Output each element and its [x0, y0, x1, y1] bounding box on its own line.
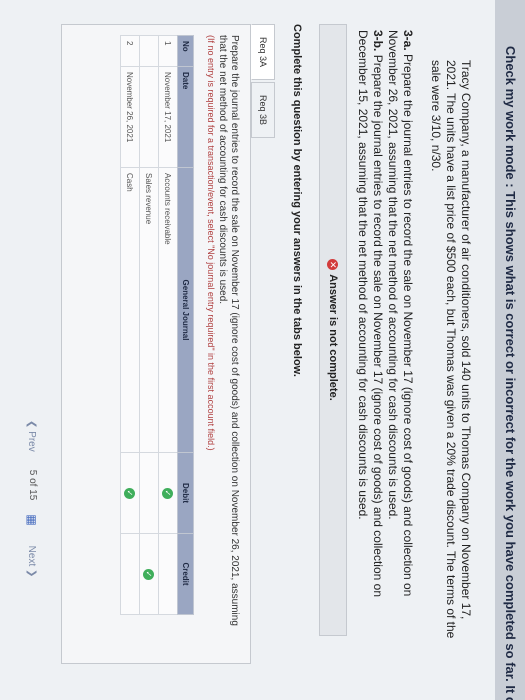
next-label: Next — [26, 545, 38, 567]
row-no — [139, 35, 159, 67]
chevron-right-icon: ❯ — [26, 569, 38, 578]
row-debit-field[interactable]: ✓ — [120, 452, 140, 534]
question-parts: 3-a. Prepare the journal entries to reco… — [355, 30, 415, 650]
row-debit-field[interactable]: ✓ — [158, 452, 178, 534]
row-account-field[interactable]: Accounts receivable — [158, 167, 178, 453]
chevron-left-icon: ❮ — [26, 420, 38, 429]
error-x-icon: ✕ — [327, 259, 339, 271]
part-b-label: 3-b. — [371, 30, 385, 52]
journal-header-row: No Date General Journal Debit Credit — [177, 35, 194, 615]
next-button[interactable]: Next ❯ — [27, 546, 38, 578]
prev-label: Prev — [26, 431, 38, 452]
row-no: 2 — [120, 35, 140, 67]
page-total: of 15 — [27, 478, 38, 501]
prepare-instructions: Prepare the journal entries to record th… — [217, 35, 240, 626]
row-date-field[interactable]: November 26, 2021 — [120, 66, 140, 168]
row-account-field[interactable]: Sales revenue — [139, 167, 159, 453]
page-stage: Check my work mode : This shows what is … — [0, 0, 525, 700]
tab-panel: Prepare the journal entries to record th… — [61, 24, 251, 664]
tab-req-3b[interactable]: Req 3B — [251, 82, 275, 139]
row-debit-field[interactable] — [139, 452, 159, 534]
row-date-field[interactable] — [139, 66, 159, 168]
no-entry-note: (If no entry is required for a transacti… — [206, 35, 216, 451]
part-b: 3-b. Prepare the journal entries to reco… — [355, 30, 385, 650]
check-mode-banner: Check my work mode : This shows what is … — [495, 0, 525, 700]
col-credit: Credit — [177, 533, 194, 615]
col-no: No — [177, 35, 194, 67]
tab-req-3a[interactable]: Req 3A — [251, 24, 275, 81]
table-row: 1 November 17, 2021 Accounts receivable … — [158, 35, 178, 615]
pagination-nav: ❮ Prev 5 of 15 ▦ Next ❯ — [19, 420, 45, 660]
part-a-label: 3-a. — [401, 30, 415, 51]
part-b-text: Prepare the journal entries to record th… — [356, 30, 385, 598]
correct-check-icon: ✓ — [162, 487, 174, 499]
answer-status-text: Answer is not complete. — [327, 274, 339, 401]
page-indicator: 5 of 15 — [27, 469, 38, 501]
prev-button[interactable]: ❮ Prev — [27, 420, 38, 452]
correct-check-icon: ✓ — [143, 568, 155, 580]
row-date-field[interactable]: November 17, 2021 — [158, 66, 178, 168]
correct-check-icon: ✓ — [124, 487, 136, 499]
part-a: 3-a. Prepare the journal entries to reco… — [385, 30, 415, 650]
part-a-text: Prepare the journal entries to record th… — [386, 30, 415, 597]
col-debit: Debit — [177, 452, 194, 534]
journal-table: No Date General Journal Debit Credit 1 N… — [120, 35, 194, 615]
table-row: 2 November 26, 2021 Cash ✓ — [120, 35, 140, 615]
row-account-field[interactable]: Cash — [120, 167, 140, 453]
row-no: 1 — [158, 35, 178, 67]
grid-icon[interactable]: ▦ — [25, 514, 39, 525]
row-credit-field[interactable] — [158, 533, 178, 615]
instructions-text: Complete this question by entering your … — [291, 24, 303, 377]
col-date: Date — [177, 66, 194, 168]
col-general-journal: General Journal — [177, 167, 194, 453]
row-credit-field[interactable]: ✓ — [139, 533, 159, 615]
row-credit-field[interactable] — [120, 533, 140, 615]
req-tabs: Req 3A Req 3B — [251, 24, 275, 140]
table-row: Sales revenue ✓ — [139, 35, 159, 615]
current-page: 5 — [27, 469, 38, 476]
problem-intro: Tracy Company, a manufacturer of air con… — [429, 60, 473, 639]
answer-status-box: ✕ Answer is not complete. — [319, 24, 347, 636]
